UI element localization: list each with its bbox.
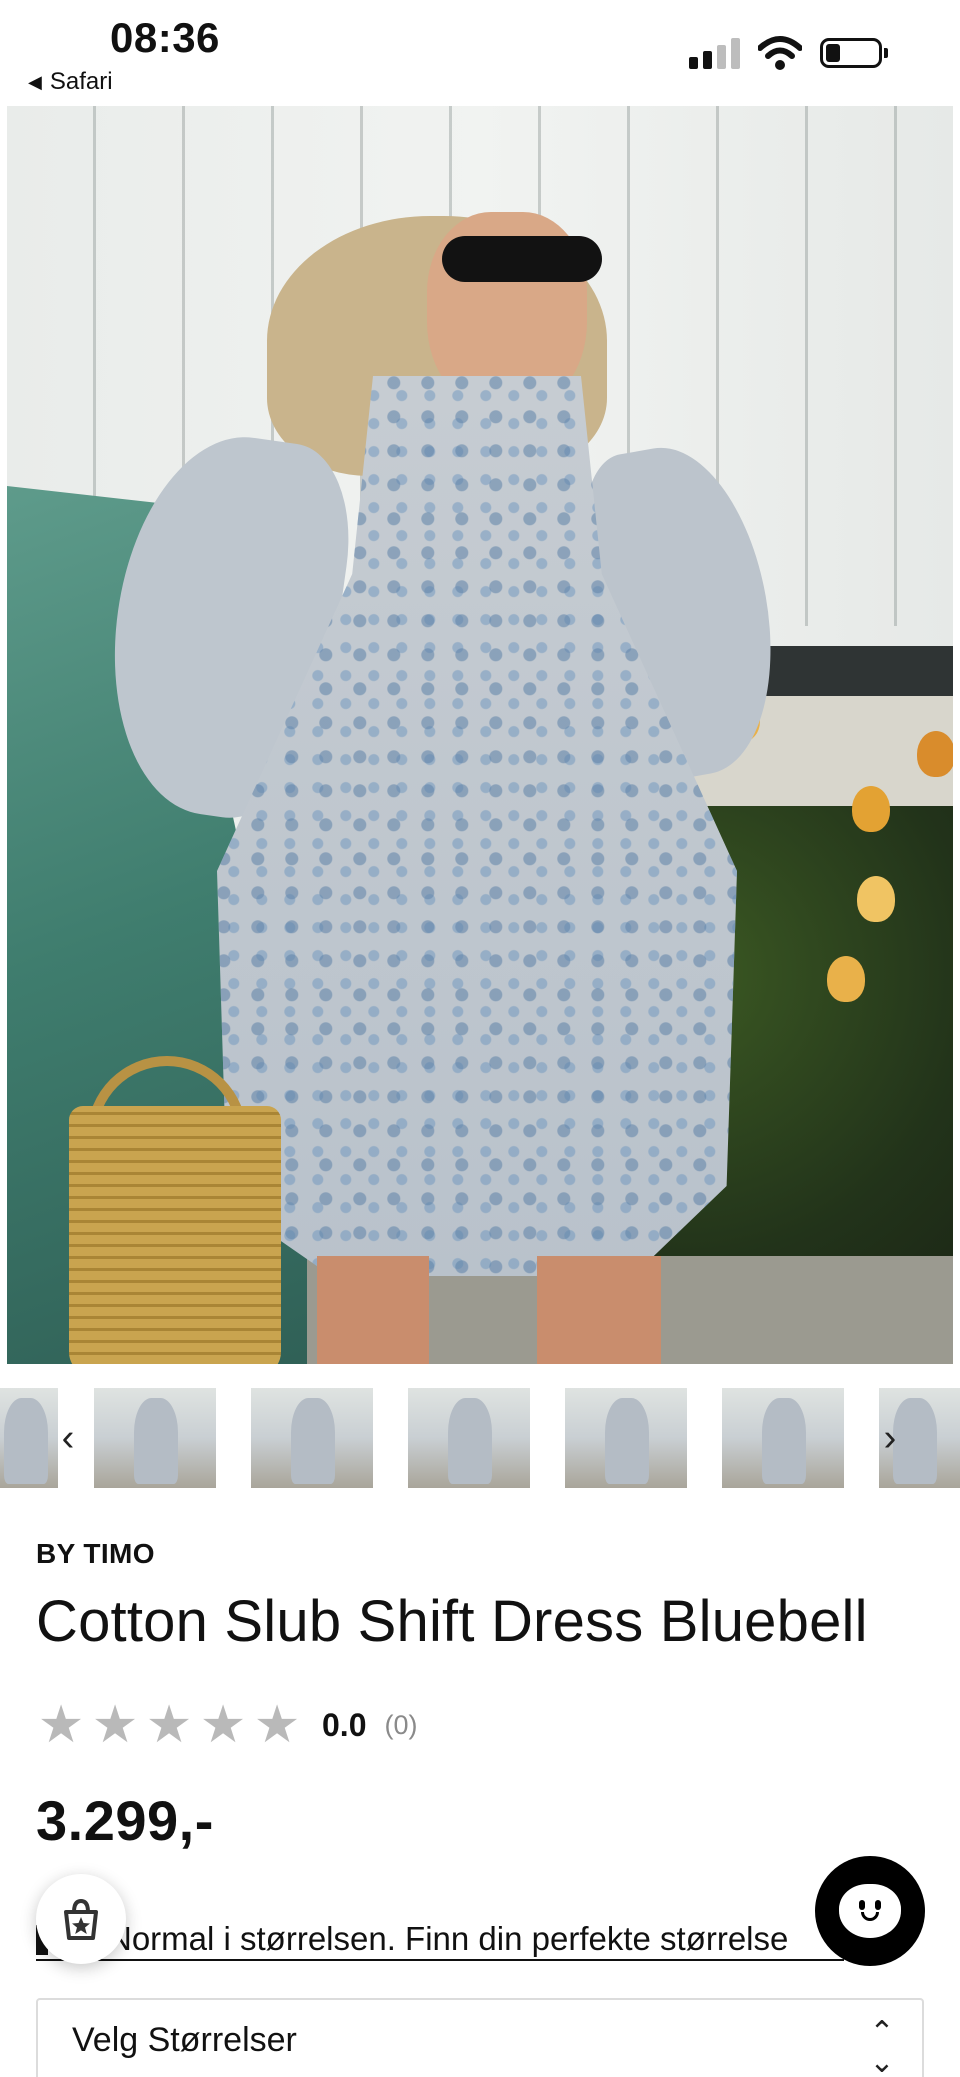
- status-icons: [689, 36, 888, 70]
- rating-summary[interactable]: ★ ★ ★ ★ ★ 0.0 (0): [36, 1696, 418, 1754]
- rating-stars: ★ ★ ★ ★ ★: [36, 1696, 302, 1754]
- back-app-label: Safari: [49, 68, 113, 95]
- star-icon: ★: [37, 1696, 85, 1754]
- rating-count: (0): [384, 1709, 418, 1740]
- status-time: 08:36: [110, 14, 220, 61]
- battery-icon: [820, 38, 888, 68]
- back-to-safari-link[interactable]: ◀ Safari: [28, 68, 113, 96]
- product-page: 08:36 ◀ Safari ‹ › BY TIMO Cotton Slub S…: [0, 0, 960, 2077]
- fit-note-text: Normal i størrelsen. Finn din perfekte s…: [108, 1920, 789, 1957]
- star-icon: ★: [91, 1696, 139, 1754]
- size-select-placeholder: Velg Størrelser: [72, 2021, 297, 2059]
- product-main-image[interactable]: [7, 106, 953, 1364]
- chevron-right-icon[interactable]: ›: [870, 1414, 910, 1462]
- star-icon: ★: [253, 1696, 301, 1754]
- size-select[interactable]: Velg Størrelser ⌃ ⌄: [36, 1998, 924, 2077]
- rating-value: 0.0: [322, 1706, 367, 1743]
- star-icon: ★: [199, 1696, 247, 1754]
- triangle-left-icon: ◀: [28, 71, 42, 92]
- thumbnail-1[interactable]: [94, 1388, 216, 1488]
- star-icon: ★: [145, 1696, 193, 1754]
- thumbnail-4[interactable]: [565, 1388, 687, 1488]
- chat-smiley-icon: [839, 1884, 901, 1938]
- chevron-left-icon[interactable]: ‹: [48, 1414, 88, 1462]
- thumbnail-3[interactable]: [408, 1388, 530, 1488]
- thumbnail-5[interactable]: [722, 1388, 844, 1488]
- size-guide-link[interactable]: Normal i størrelsen. Finn din perfekte s…: [36, 1917, 844, 1961]
- loyalty-button[interactable]: [36, 1874, 126, 1964]
- thumbnail-strip: ‹ ›: [0, 1388, 960, 1490]
- brand-name[interactable]: BY TIMO: [36, 1538, 155, 1570]
- shopping-bag-star-icon: [64, 1898, 98, 1940]
- product-title: Cotton Slub Shift Dress Bluebell: [36, 1589, 868, 1654]
- wifi-icon: [758, 36, 802, 70]
- thumbnail-2[interactable]: [251, 1388, 373, 1488]
- cellular-signal-icon: [689, 37, 740, 69]
- chat-button[interactable]: [815, 1856, 925, 1966]
- status-bar: 08:36 ◀ Safari: [0, 0, 960, 104]
- product-price: 3.299,-: [36, 1789, 214, 1852]
- chevron-up-down-icon: ⌃ ⌄: [869, 2016, 895, 2077]
